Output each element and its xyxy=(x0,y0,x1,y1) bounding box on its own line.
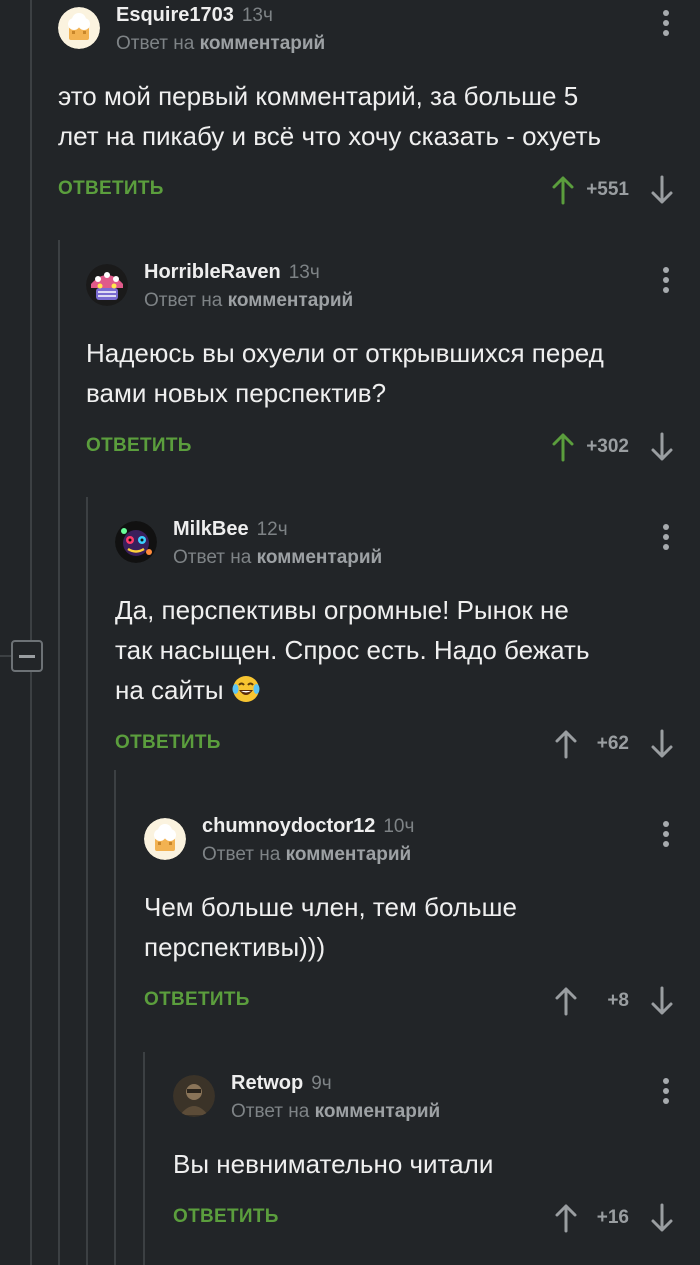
downvote-arrow-icon[interactable] xyxy=(649,432,675,462)
reply-to-link[interactable]: комментарий xyxy=(315,1101,441,1122)
thread-connector xyxy=(0,655,11,657)
avatar[interactable] xyxy=(115,521,157,563)
vote-controls: +8 xyxy=(553,981,675,1021)
comment-text: Чем больше член, тем больше перспективы)… xyxy=(144,892,517,962)
comment-text: Да, перспективы огромные! Рынок не так н… xyxy=(115,595,590,705)
comment-actions: ОТВЕТИТЬ +551 xyxy=(58,170,700,210)
username[interactable]: Retwop 9ч xyxy=(231,1072,332,1095)
upvote-arrow-icon[interactable] xyxy=(553,1203,579,1233)
reply-to-label: Ответ на комментарий xyxy=(144,290,354,311)
thread-line-level-2 xyxy=(58,240,60,1265)
avatar[interactable] xyxy=(86,264,128,306)
reply-button[interactable]: ОТВЕТИТЬ xyxy=(86,435,192,457)
comment: HorribleRaven 13ч Ответ на комментарий На… xyxy=(86,257,700,467)
vote-controls: +62 xyxy=(553,724,675,764)
comment-score: +62 xyxy=(596,733,629,754)
thread-line-level-1 xyxy=(30,0,32,1265)
dark-photo-avatar-icon xyxy=(173,1075,215,1117)
username[interactable]: Esquire1703 13ч xyxy=(116,4,273,27)
reply-to-label: Ответ на комментарий xyxy=(116,33,326,54)
comment-actions: ОТВЕТИТЬ +62 xyxy=(115,724,700,764)
vote-controls: +302 xyxy=(550,427,675,467)
chef-hat-avatar-icon xyxy=(58,7,100,49)
comment: Retwop 9ч Ответ на комментарий Вы невнима… xyxy=(173,1068,700,1238)
comment-score: +302 xyxy=(586,436,629,457)
downvote-arrow-icon[interactable] xyxy=(649,729,675,759)
reply-to-label: Ответ на комментарий xyxy=(231,1101,441,1122)
minus-icon xyxy=(19,654,35,658)
reply-button[interactable]: ОТВЕТИТЬ xyxy=(115,732,221,754)
more-options-icon[interactable] xyxy=(662,10,670,36)
comment-score: +16 xyxy=(596,1207,629,1228)
comment-time: 13ч xyxy=(241,5,273,26)
thread-line-level-4 xyxy=(114,770,116,1265)
username[interactable]: chumnoydoctor12 10ч xyxy=(202,815,414,838)
comment-text: Надеюсь вы охуели от открывшихся перед в… xyxy=(86,338,604,408)
comment-time: 12ч xyxy=(256,519,288,540)
comment-header: HorribleRaven 13ч Ответ на комментарий xyxy=(86,257,700,313)
reply-to-link[interactable]: комментарий xyxy=(228,290,354,311)
username[interactable]: HorribleRaven 13ч xyxy=(144,261,320,284)
laughing-tears-emoji-icon xyxy=(231,674,261,704)
username[interactable]: MilkBee 12ч xyxy=(173,518,288,541)
comment: MilkBee 12ч Ответ на комментарий Да, перс… xyxy=(115,514,700,764)
thread-line-level-3 xyxy=(86,497,88,1265)
comment-header: MilkBee 12ч Ответ на комментарий xyxy=(115,514,700,570)
reply-button[interactable]: ОТВЕТИТЬ xyxy=(58,178,164,200)
comment: Esquire1703 13ч Ответ на комментарий это … xyxy=(58,0,700,210)
upvote-arrow-icon[interactable] xyxy=(553,986,579,1016)
more-options-icon[interactable] xyxy=(662,267,670,293)
upvote-arrow-icon[interactable] xyxy=(553,729,579,759)
reply-to-link[interactable]: комментарий xyxy=(286,844,412,865)
colorful-mask-avatar-icon xyxy=(115,521,157,563)
downvote-arrow-icon[interactable] xyxy=(649,175,675,205)
pink-monster-avatar-icon xyxy=(86,264,128,306)
more-options-icon[interactable] xyxy=(662,1078,670,1104)
reply-to-label: Ответ на комментарий xyxy=(202,844,412,865)
comment-actions: ОТВЕТИТЬ +16 xyxy=(173,1198,700,1238)
vote-controls: +16 xyxy=(553,1198,675,1238)
comment-text: это мой первый комментарий, за больше 5 … xyxy=(58,81,602,151)
comment-header: Retwop 9ч Ответ на комментарий xyxy=(173,1068,700,1124)
more-options-icon[interactable] xyxy=(662,821,670,847)
upvote-arrow-icon[interactable] xyxy=(550,432,576,462)
chef-hat-avatar-icon xyxy=(144,818,186,860)
comment-time: 10ч xyxy=(383,816,415,837)
comment-time: 9ч xyxy=(311,1073,332,1094)
downvote-arrow-icon[interactable] xyxy=(649,986,675,1016)
avatar[interactable] xyxy=(144,818,186,860)
more-options-icon[interactable] xyxy=(662,524,670,550)
thread-line-level-5 xyxy=(143,1052,145,1265)
reply-to-label: Ответ на комментарий xyxy=(173,547,383,568)
upvote-arrow-icon[interactable] xyxy=(550,175,576,205)
comment-score: +8 xyxy=(607,990,629,1011)
avatar[interactable] xyxy=(173,1075,215,1117)
reply-button[interactable]: ОТВЕТИТЬ xyxy=(144,989,250,1011)
comment-text: Вы невнимательно читали xyxy=(173,1149,494,1179)
comment: chumnoydoctor12 10ч Ответ на комментарий … xyxy=(144,811,700,1021)
comment-time: 13ч xyxy=(288,262,320,283)
downvote-arrow-icon[interactable] xyxy=(649,1203,675,1233)
reply-button[interactable]: ОТВЕТИТЬ xyxy=(173,1206,279,1228)
reply-to-link[interactable]: комментарий xyxy=(257,547,383,568)
avatar[interactable] xyxy=(58,7,100,49)
comment-actions: ОТВЕТИТЬ +8 xyxy=(144,981,700,1021)
comment-score: +551 xyxy=(586,179,629,200)
comment-header: Esquire1703 13ч Ответ на комментарий xyxy=(58,0,700,56)
comment-header: chumnoydoctor12 10ч Ответ на комментарий xyxy=(144,811,700,867)
comment-actions: ОТВЕТИТЬ +302 xyxy=(86,427,700,467)
collapse-thread-button[interactable] xyxy=(11,640,43,672)
vote-controls: +551 xyxy=(550,170,675,210)
reply-to-link[interactable]: комментарий xyxy=(200,33,326,54)
